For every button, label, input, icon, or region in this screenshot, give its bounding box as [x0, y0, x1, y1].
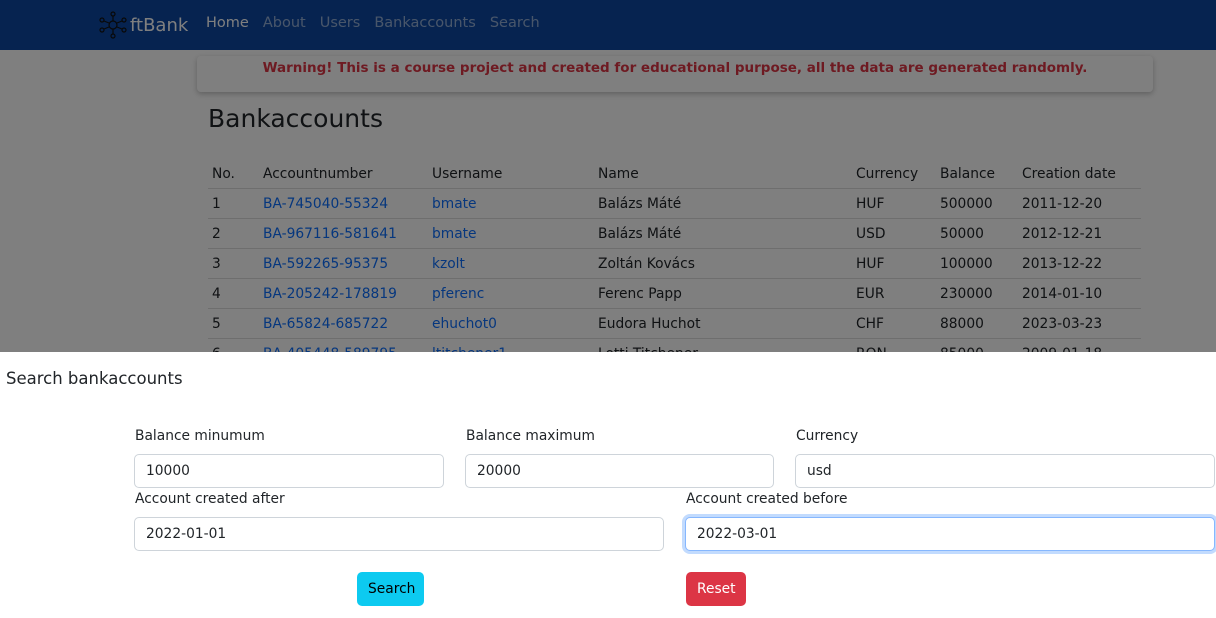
currency-input[interactable]: [795, 454, 1215, 488]
created-before-label: Account created before: [686, 491, 848, 507]
balance-min-input[interactable]: [134, 454, 444, 488]
balance-max-label: Balance maximum: [466, 428, 595, 444]
reset-button[interactable]: Reset: [686, 572, 746, 606]
currency-label: Currency: [796, 428, 859, 444]
balance-max-input[interactable]: [465, 454, 774, 488]
search-button[interactable]: Search: [357, 572, 424, 606]
created-before-input[interactable]: [685, 517, 1215, 551]
balance-min-label: Balance minumum: [135, 428, 265, 444]
modal-backdrop[interactable]: [0, 0, 1216, 352]
created-after-input[interactable]: [134, 517, 664, 551]
search-panel: Search bankaccounts Balance minumum Bala…: [0, 352, 1216, 618]
panel-title: Search bankaccounts: [6, 369, 183, 388]
created-after-label: Account created after: [135, 491, 285, 507]
